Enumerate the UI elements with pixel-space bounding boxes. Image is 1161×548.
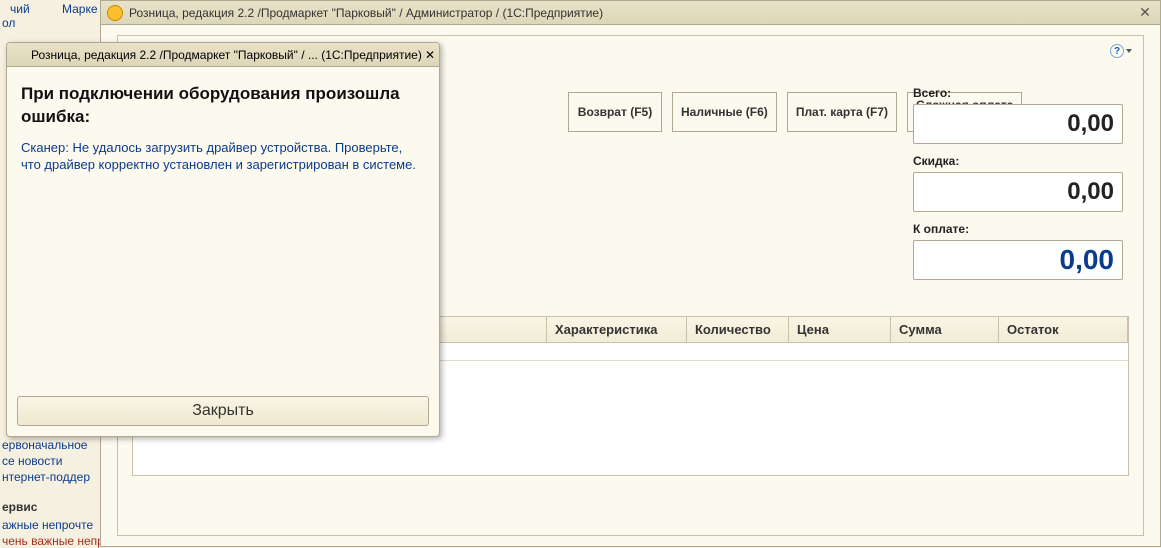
topay-value: 0,00 <box>1060 244 1115 276</box>
cash-button[interactable]: Наличные (F6) <box>672 92 777 132</box>
dialog-close-button[interactable]: Закрыть <box>17 396 429 426</box>
bg-text: чий <box>8 2 32 16</box>
bg-text: ол <box>0 16 17 30</box>
chevron-down-icon <box>1126 49 1132 53</box>
button-label: Плат. карта (F7) <box>796 105 888 119</box>
card-button[interactable]: Плат. карта (F7) <box>787 92 897 132</box>
total-label: Всего: <box>913 86 1123 100</box>
bg-link[interactable]: ажные непрочте <box>0 518 95 532</box>
error-text: Сканер: Не удалось загрузить драйвер уст… <box>21 139 425 174</box>
error-dialog: Розница, редакция 2.2 /Продмаркет "Парко… <box>6 42 440 437</box>
app-1c-icon <box>11 48 25 62</box>
button-label: Наличные (F6) <box>681 105 768 119</box>
dialog-titlebar: Розница, редакция 2.2 /Продмаркет "Парко… <box>7 43 439 67</box>
error-heading: При подключении оборудования произошла о… <box>21 83 425 129</box>
table-header-characteristic[interactable]: Характеристика <box>547 317 687 342</box>
bg-link[interactable]: нтернет-поддер <box>0 470 92 484</box>
bg-link[interactable]: се новости <box>0 454 64 468</box>
button-label: Возврат (F5) <box>578 105 652 119</box>
table-header-quantity[interactable]: Количество <box>687 317 789 342</box>
table-header-price[interactable]: Цена <box>789 317 891 342</box>
main-window-title: Розница, редакция 2.2 /Продмаркет "Парко… <box>129 6 1136 20</box>
bg-text: Марке <box>60 2 100 16</box>
app-1c-icon <box>107 5 123 21</box>
return-button[interactable]: Возврат (F5) <box>568 92 662 132</box>
topay-value-box: 0,00 <box>913 240 1123 280</box>
main-titlebar: Розница, редакция 2.2 /Продмаркет "Парко… <box>101 1 1160 25</box>
table-header-remainder[interactable]: Остаток <box>999 317 1128 342</box>
discount-value-box: 0,00 <box>913 172 1123 212</box>
help-button[interactable]: ? <box>1109 42 1133 60</box>
topay-label: К оплате: <box>913 222 1123 236</box>
help-icon: ? <box>1110 44 1124 58</box>
bg-text: ервоначальное <box>0 438 89 452</box>
bg-heading: ервис <box>0 500 39 514</box>
total-value: 0,00 <box>1067 110 1114 138</box>
main-window-close-button[interactable]: ✕ <box>1136 4 1154 22</box>
dialog-body: При подключении оборудования произошла о… <box>7 67 439 182</box>
dialog-title: Розница, редакция 2.2 /Продмаркет "Парко… <box>31 48 425 62</box>
dialog-footer: Закрыть <box>17 396 429 426</box>
total-value-box: 0,00 <box>913 104 1123 144</box>
discount-label: Скидка: <box>913 154 1123 168</box>
table-header-sum[interactable]: Сумма <box>891 317 999 342</box>
bg-warning: чень важные непро <box>0 534 113 548</box>
dialog-close-x[interactable]: ✕ <box>425 48 435 62</box>
discount-value: 0,00 <box>1067 178 1114 206</box>
totals-panel: Всего: 0,00 Скидка: 0,00 К оплате: 0,00 <box>913 84 1123 290</box>
